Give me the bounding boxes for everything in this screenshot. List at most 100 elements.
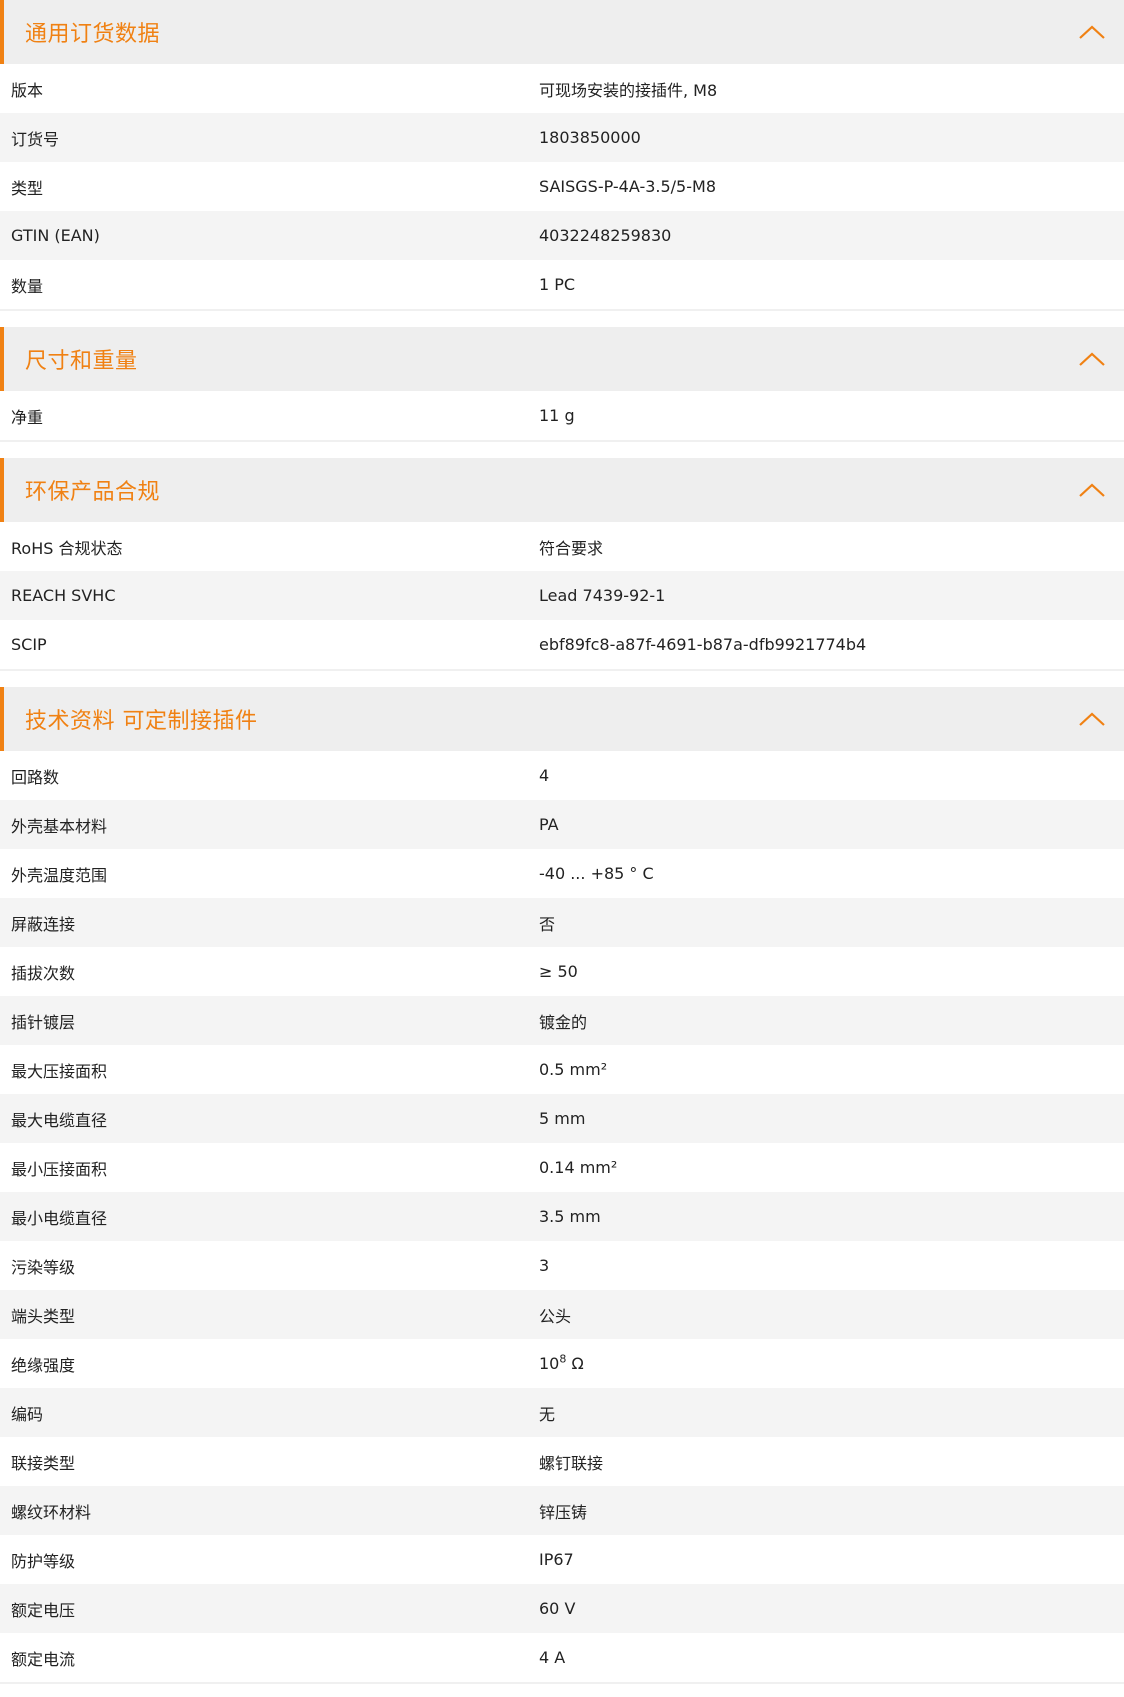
spec-row: 最小压接面积 0.14 mm² [0, 1143, 1124, 1192]
spec-value: 11 g [539, 406, 575, 425]
section-header[interactable]: 尺寸和重量 [0, 327, 1124, 391]
spec-value: 4032248259830 [539, 226, 672, 245]
section-header[interactable]: 通用订货数据 [0, 0, 1124, 64]
section-title: 通用订货数据 [25, 22, 161, 47]
spec-row: 额定电压 60 V [0, 1584, 1124, 1633]
chevron-up-icon[interactable] [1078, 351, 1106, 367]
spec-row: GTIN (EAN) 4032248259830 [0, 211, 1124, 260]
spec-row: 回路数 4 [0, 751, 1124, 800]
spec-value: 5 mm [539, 1109, 586, 1128]
chevron-up-icon[interactable] [1078, 711, 1106, 727]
spec-label: 插针镀层 [11, 1012, 76, 1032]
spec-page: 通用订货数据版本 可现场安装的接插件, M8 订货号 1803850000 类型 SAIS… [0, 0, 1124, 1684]
section-header[interactable]: 环保产品合规 [0, 458, 1124, 522]
spec-section: 尺寸和重量净重 11 g [0, 327, 1124, 442]
spec-row: REACH SVHC Lead 7439-92-1 [0, 571, 1124, 620]
spec-label: 插拔次数 [11, 963, 76, 983]
spec-row: 外壳温度范围 -40 ... +85 ° C [0, 849, 1124, 898]
chevron-up-icon[interactable] [1078, 482, 1106, 498]
spec-value: 锌压铸 [539, 1502, 588, 1522]
spec-label: 外壳温度范围 [11, 865, 108, 885]
spec-row: 版本 可现场安装的接插件, M8 [0, 64, 1124, 113]
spec-row: 最大压接面积 0.5 mm² [0, 1045, 1124, 1094]
spec-value: 否 [539, 914, 556, 934]
spec-row: 污染等级 3 [0, 1241, 1124, 1290]
spec-label: 数量 [11, 276, 44, 296]
spec-value: ≥ 50 [539, 962, 578, 981]
spec-value: 60 V [539, 1599, 576, 1618]
spec-label: 版本 [11, 80, 44, 100]
spec-label: 外壳基本材料 [11, 816, 108, 836]
spec-row: 端头类型 公头 [0, 1290, 1124, 1339]
spec-value-base: 10 [539, 1354, 560, 1373]
spec-row: 额定电流 4 A [0, 1633, 1124, 1684]
spec-label: 螺纹环材料 [11, 1502, 92, 1522]
spec-label: 端头类型 [11, 1306, 76, 1326]
spec-value: 螺钉联接 [539, 1453, 604, 1473]
spec-value: ebf89fc8-a87f-4691-b87a-dfb9921774b4 [539, 635, 867, 654]
section-header[interactable]: 技术资料 可定制接插件 [0, 687, 1124, 751]
spec-label: 防护等级 [11, 1551, 76, 1571]
section-title: 技术资料 可定制接插件 [25, 709, 258, 734]
spec-row: RoHS 合规状态 符合要求 [0, 522, 1124, 571]
spec-section: 技术资料 可定制接插件回路数 4 外壳基本材料 PA 外壳温度范围 -40 ... +85… [0, 687, 1124, 1684]
spec-row: 螺纹环材料 锌压铸 [0, 1486, 1124, 1535]
spec-value: 可现场安装的接插件, M8 [539, 80, 718, 100]
spec-label: GTIN (EAN) [11, 226, 100, 245]
spec-label: 最小压接面积 [11, 1159, 108, 1179]
spec-row: 最大电缆直径 5 mm [0, 1094, 1124, 1143]
spec-value: 3.5 mm [539, 1207, 601, 1226]
spec-value: 0.5 mm² [539, 1060, 608, 1079]
spec-section: 环保产品合规 RoHS 合规状态 符合要求 REACH SVHC Lead 7439-9… [0, 458, 1124, 671]
spec-value: IP67 [539, 1550, 574, 1569]
spec-value: 公头 [539, 1306, 572, 1326]
spec-row: 数量 1 PC [0, 260, 1124, 311]
spec-value: 1 PC [539, 275, 576, 294]
section-title: 环保产品合规 [25, 480, 161, 505]
spec-label: 订货号 [11, 129, 60, 149]
spec-label: 最小电缆直径 [11, 1208, 108, 1228]
spec-label: 额定电压 [11, 1600, 76, 1620]
spec-label: 最大电缆直径 [11, 1110, 108, 1130]
spec-value: SAISGS-P-4A-3.5/5-M8 [539, 177, 716, 196]
spec-label: 类型 [11, 178, 44, 198]
spec-label: 污染等级 [11, 1257, 76, 1277]
spec-label: 最大压接面积 [11, 1061, 108, 1081]
spec-label: SCIP [11, 635, 47, 654]
spec-value: 1803850000 [539, 128, 641, 147]
chevron-up-icon[interactable] [1078, 24, 1106, 40]
spec-value: -40 ... +85 ° C [539, 864, 654, 883]
spec-label: 回路数 [11, 767, 60, 787]
spec-row: 编码 无 [0, 1388, 1124, 1437]
spec-label: 额定电流 [11, 1649, 76, 1669]
spec-row: 联接类型 螺钉联接 [0, 1437, 1124, 1486]
spec-row: SCIP ebf89fc8-a87f-4691-b87a-dfb9921774b4 [0, 620, 1124, 671]
spec-row: 类型 SAISGS-P-4A-3.5/5-M8 [0, 162, 1124, 211]
spec-value: 符合要求 [539, 538, 604, 558]
spec-row: 外壳基本材料 PA [0, 800, 1124, 849]
spec-value: 0.14 mm² [539, 1158, 618, 1177]
spec-value: 108 Ω [539, 1354, 1124, 1373]
spec-value: 3 [539, 1256, 550, 1275]
spec-row: 插针镀层 镀金的 [0, 996, 1124, 1045]
spec-row: 订货号 1803850000 [0, 113, 1124, 162]
spec-row: 净重 11 g [0, 391, 1124, 442]
spec-row: 屏蔽连接 否 [0, 898, 1124, 947]
spec-row: 最小电缆直径 3.5 mm [0, 1192, 1124, 1241]
spec-value: 4 [539, 766, 550, 785]
spec-value: 镀金的 [539, 1012, 588, 1032]
spec-value: Lead 7439-92-1 [539, 586, 666, 605]
spec-value: 4 A [539, 1648, 566, 1667]
spec-value-unit: Ω [566, 1354, 584, 1373]
spec-row: 绝缘强度 108 Ω [0, 1339, 1124, 1388]
spec-label: 屏蔽连接 [11, 914, 76, 934]
spec-label: 编码 [11, 1404, 44, 1424]
spec-label: RoHS 合规状态 [11, 538, 123, 558]
spec-value: PA [539, 815, 559, 834]
spec-label: REACH SVHC [11, 586, 116, 605]
spec-label: 净重 [11, 407, 44, 427]
spec-row: 插拔次数 ≥ 50 [0, 947, 1124, 996]
